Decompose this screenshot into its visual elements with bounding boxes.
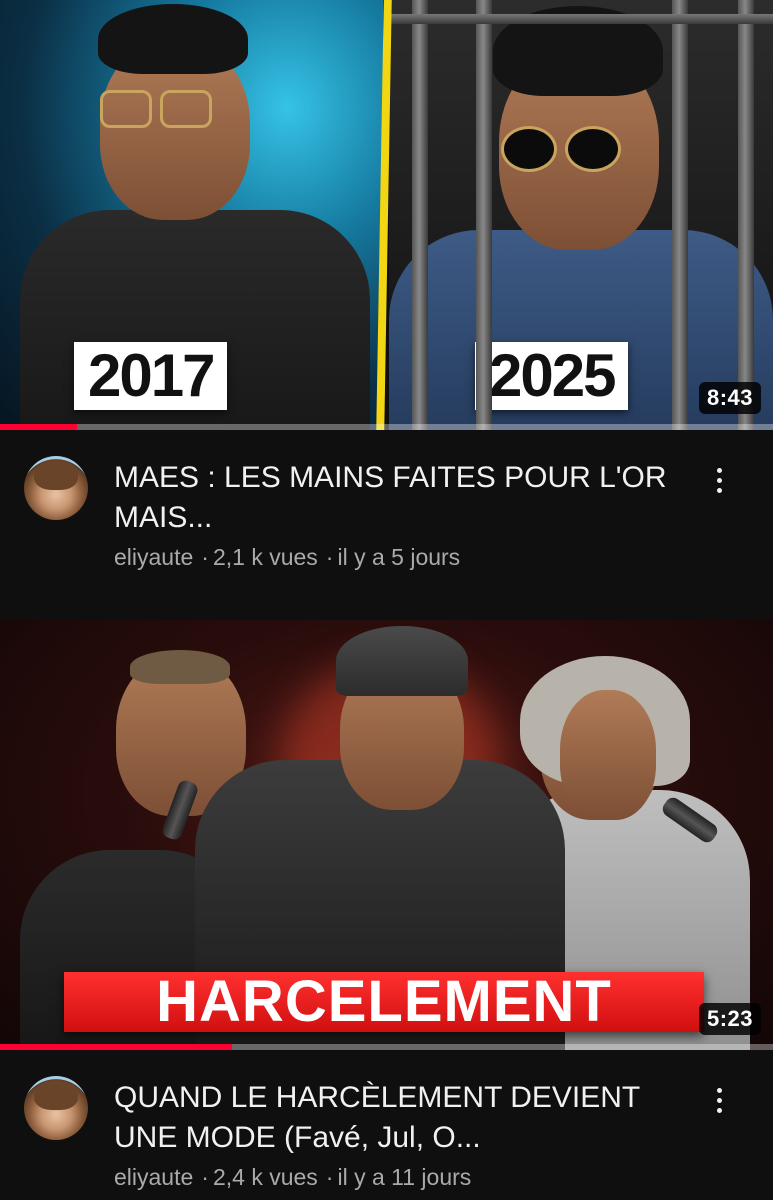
kebab-menu-icon[interactable] [704,460,734,500]
kebab-menu-icon[interactable] [704,1080,734,1120]
thumbnail-right-panel: 2025 [389,0,773,430]
video-thumbnail[interactable]: 2017 2025 8:43 [0,0,773,430]
duration-badge: 5:23 [698,1003,761,1035]
video-meta: MAES : LES MAINS FAITES POUR L'OR MAIS..… [0,430,773,620]
year-label-left: 2017 [74,342,228,410]
video-subtitle: eliyaute · 2,4 k vues · il y a 11 jours [114,1164,472,1190]
year-label-right: 2025 [475,342,629,410]
video-meta: QUAND LE HARCÈLEMENT DEVIENT UNE MODE (F… [0,1050,773,1200]
video-title[interactable]: QUAND LE HARCÈLEMENT DEVIENT UNE MODE (F… [114,1078,704,1158]
view-count: 2,4 k vues [212,1164,318,1190]
channel-name[interactable]: eliyaute [114,1164,193,1190]
video-title[interactable]: MAES : LES MAINS FAITES POUR L'OR MAIS..… [114,458,704,538]
upload-age: il y a 5 jours [337,544,461,570]
video-card-2[interactable]: HARCELEMENT 5:23 QUAND LE HARCÈLEMENT DE… [0,620,773,1200]
view-count: 2,1 k vues [212,544,318,570]
thumbnail-banner: HARCELEMENT [64,972,704,1032]
duration-badge: 8:43 [698,382,761,414]
video-subtitle: eliyaute · 2,1 k vues · il y a 5 jours [114,544,461,570]
thumbnail-left-panel: 2017 [0,0,383,430]
channel-avatar[interactable] [24,1076,88,1140]
video-card-1[interactable]: 2017 2025 8:43 MAES : LES MAINS FAITES P… [0,0,773,620]
channel-name[interactable]: eliyaute [114,544,193,570]
video-thumbnail[interactable]: HARCELEMENT 5:23 [0,620,773,1050]
channel-avatar[interactable] [24,456,88,520]
upload-age: il y a 11 jours [337,1164,472,1190]
banner-text: HARCELEMENT [156,969,612,1034]
